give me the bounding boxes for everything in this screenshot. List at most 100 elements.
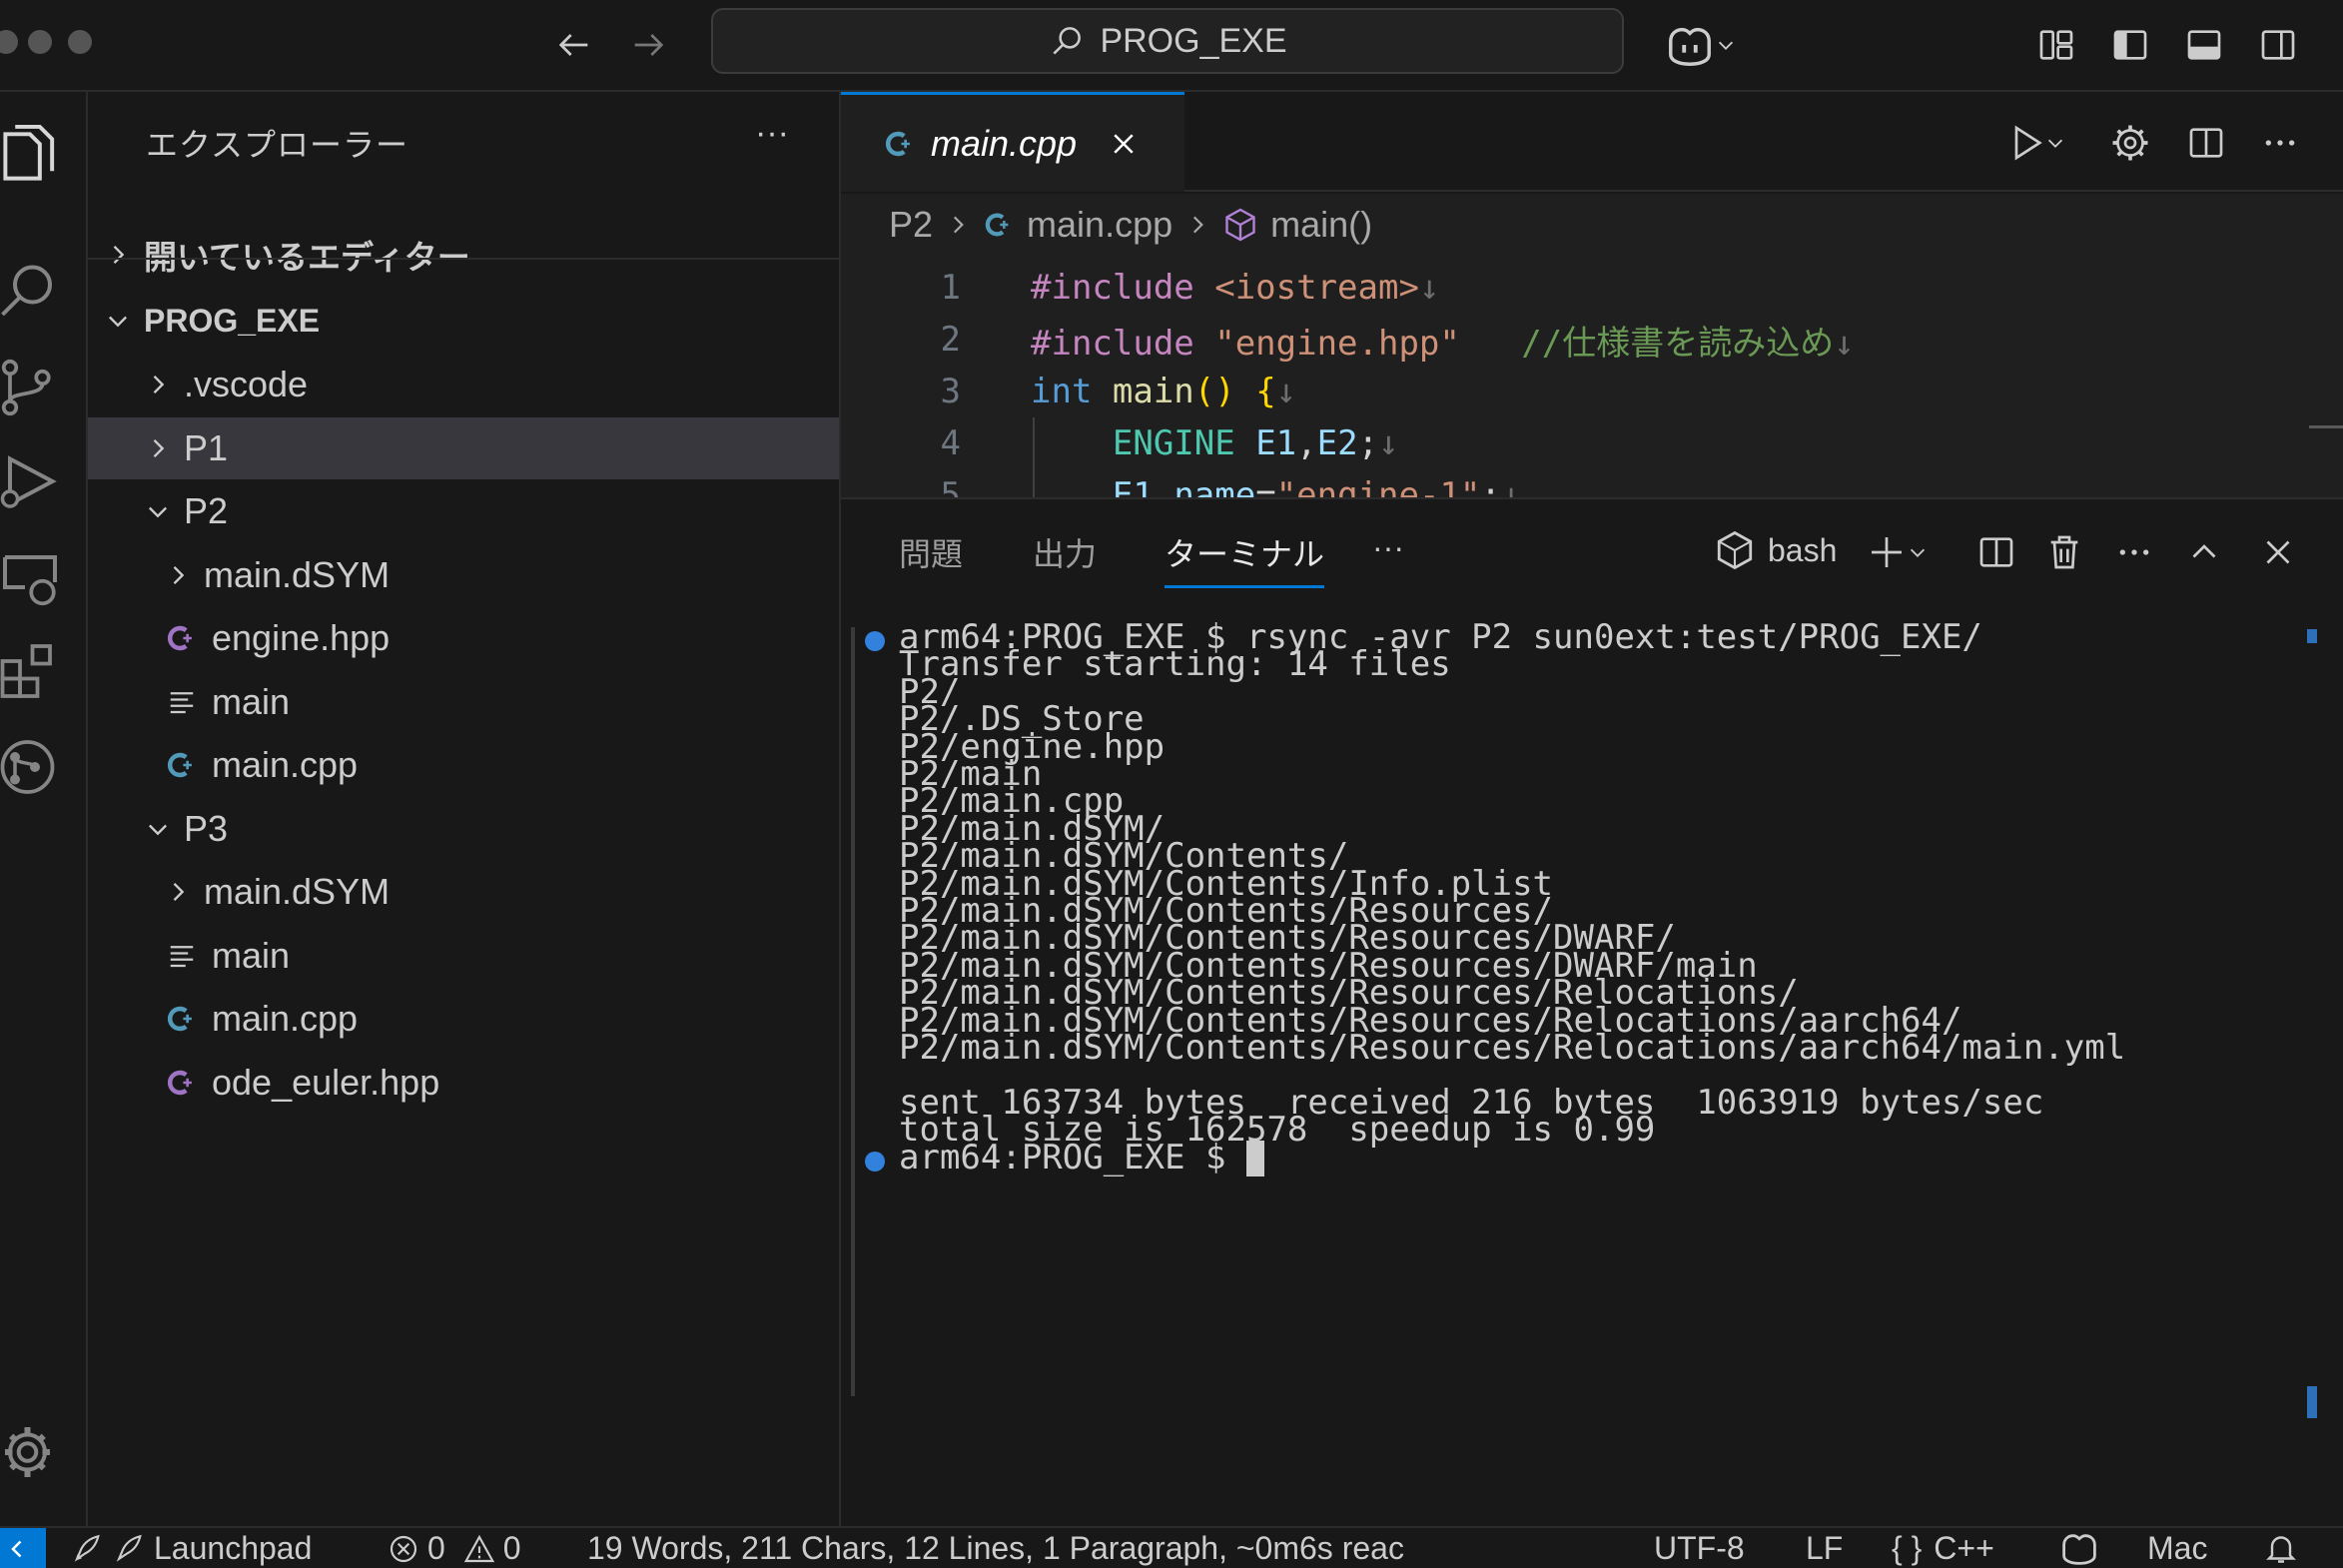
platform-indicator[interactable]: Mac xyxy=(2147,1530,2207,1567)
chevron-right-icon xyxy=(954,216,964,234)
split-editor-button[interactable] xyxy=(2179,116,2233,170)
toggle-primary-sidebar-button[interactable] xyxy=(2103,18,2157,72)
command-center-search[interactable]: PROG_EXE xyxy=(711,8,1624,74)
terminal-cursor xyxy=(1246,1141,1264,1177)
explorer-activity[interactable] xyxy=(0,114,80,194)
tab-close-button[interactable] xyxy=(1109,129,1139,159)
rocket-icon xyxy=(74,1534,100,1562)
tab-output[interactable]: 出力 xyxy=(1033,529,1097,575)
tree-item[interactable]: main xyxy=(88,925,839,987)
breadcrumb-folder[interactable]: P2 xyxy=(889,204,933,246)
breadcrumb-file[interactable]: main.cpp xyxy=(1027,204,1172,246)
window-close-button[interactable] xyxy=(0,30,18,54)
toggle-panel-button[interactable] xyxy=(2177,18,2231,72)
tree-item[interactable]: P2 xyxy=(88,480,839,542)
command-decoration-icon[interactable] xyxy=(865,631,885,651)
window-maximize-button[interactable] xyxy=(68,30,92,54)
terminal-shell-selector[interactable]: bash xyxy=(1714,529,1837,571)
title-bar: PROG_EXE xyxy=(0,0,2343,92)
source-control-activity[interactable] xyxy=(0,348,80,427)
search-icon xyxy=(1053,27,1082,55)
terminal-output[interactable]: arm64:PROG_EXE $ rsync -avr P2 sun0ext:t… xyxy=(865,617,2297,1496)
run-debug-activity[interactable] xyxy=(0,441,80,521)
tree-item[interactable]: main.dSYM xyxy=(88,544,839,606)
status-bar: Launchpad 0 0 19 Words, 211 Chars, 12 Li… xyxy=(0,1526,2343,1568)
code-token: E1 xyxy=(1255,423,1297,463)
tab-main-cpp[interactable]: main.cpp xyxy=(841,92,1184,192)
terminal-launch-profile-dropdown[interactable] xyxy=(1900,525,1936,579)
tree-item[interactable]: ode_euler.hpp xyxy=(88,1052,839,1114)
tree-item[interactable]: main.cpp xyxy=(88,988,839,1050)
line-number: 1 xyxy=(940,268,961,308)
chevron-down-icon xyxy=(2047,139,2063,148)
split-icon xyxy=(1979,537,2013,567)
code-editor[interactable]: 1 #include <iostream>↓ 2 #include "engine.h… xyxy=(841,256,2343,497)
line-number: 3 xyxy=(940,372,961,411)
explorer-sidebar: エクスプローラー ··· 開いているエディター PROG_EXE .vscode… xyxy=(88,92,841,1526)
breadcrumb-symbol[interactable]: main() xyxy=(1270,204,1372,246)
manage-activity[interactable] xyxy=(0,1412,80,1492)
tree-item[interactable]: main.dSYM xyxy=(88,861,839,923)
workspace-root-section[interactable]: PROG_EXE xyxy=(88,290,839,352)
gitlens-activity[interactable] xyxy=(0,727,80,807)
remote-explorer-activity[interactable] xyxy=(0,537,80,617)
editor-settings-button[interactable] xyxy=(2103,116,2157,170)
launchpad-item[interactable]: Launchpad xyxy=(70,1530,312,1567)
word-count[interactable]: 19 Words, 211 Chars, 12 Lines, 1 Paragra… xyxy=(587,1530,1516,1567)
error-icon xyxy=(390,1535,417,1562)
terminal-more-button[interactable] xyxy=(2107,525,2161,579)
toggle-secondary-sidebar-button[interactable] xyxy=(2251,18,2305,72)
chevron-right-icon xyxy=(162,559,194,591)
remote-explorer-icon xyxy=(3,555,57,606)
editor-more-button[interactable] xyxy=(2253,116,2307,170)
gitlens-icon xyxy=(0,740,55,794)
braces-icon: { } xyxy=(1892,1530,1923,1566)
remote-indicator[interactable] xyxy=(0,1528,46,1568)
back-button[interactable] xyxy=(547,18,601,72)
tree-item[interactable]: P1 xyxy=(88,416,839,479)
source-control-icon xyxy=(1,359,51,416)
eol-selector[interactable]: LF xyxy=(1806,1530,1843,1567)
terminal-text: P2/main.dSYM/Contents/Resources/Relocati… xyxy=(899,1028,2126,1068)
tree-item[interactable]: main xyxy=(88,671,839,733)
tree-item[interactable]: main.cpp xyxy=(88,734,839,796)
search-activity[interactable] xyxy=(0,250,80,330)
run-options-dropdown[interactable] xyxy=(2037,116,2073,170)
tree-item[interactable]: P3 xyxy=(88,798,839,860)
customize-layout-button[interactable] xyxy=(2029,18,2083,72)
encoding-selector[interactable]: UTF-8 xyxy=(1654,1530,1745,1567)
language-selector[interactable]: { } C++ xyxy=(1892,1530,1994,1567)
tree-item-label: engine.hpp xyxy=(212,617,390,658)
breadcrumb: P2 main.cpp main() xyxy=(841,194,2343,256)
forward-button[interactable] xyxy=(621,18,675,72)
split-editor-icon xyxy=(2189,128,2223,158)
tab-terminal[interactable]: ターミナル xyxy=(1165,529,1325,588)
layout-icon xyxy=(2039,30,2073,60)
copilot-status[interactable] xyxy=(2059,1530,2099,1568)
copilot-button[interactable] xyxy=(1658,18,1744,72)
sidebar-left-icon xyxy=(2113,30,2147,60)
extensions-activity[interactable] xyxy=(0,631,80,711)
chevron-right-icon xyxy=(142,432,174,464)
code-text: #include "engine.hpp" //仕様書を読み込め↓ xyxy=(1031,316,1855,365)
split-terminal-button[interactable] xyxy=(1969,525,2023,579)
window-minimize-button[interactable] xyxy=(28,30,52,54)
notifications-button[interactable] xyxy=(2263,1530,2299,1568)
maximize-panel-button[interactable] xyxy=(2177,525,2231,579)
close-panel-button[interactable] xyxy=(2251,525,2305,579)
tree-item[interactable]: engine.hpp xyxy=(88,607,839,669)
arrow-right-icon xyxy=(634,34,664,56)
tree-item[interactable]: .vscode xyxy=(88,354,839,415)
panel-more-tabs-button[interactable]: ··· xyxy=(1372,529,1404,566)
open-editors-section[interactable]: 開いているエディター xyxy=(88,224,839,286)
line-number: 4 xyxy=(940,423,961,463)
tab-problems[interactable]: 問題 xyxy=(899,529,963,575)
code-text: E1.name="engine-1";↓ xyxy=(1031,475,1521,497)
open-editors-label: 開いているエディター xyxy=(144,239,470,276)
kill-terminal-button[interactable] xyxy=(2037,525,2091,579)
binary-file-icon xyxy=(162,682,202,722)
command-decoration-icon[interactable] xyxy=(865,1151,885,1172)
sidebar-more-button[interactable]: ··· xyxy=(755,114,789,153)
problems-indicator[interactable]: 0 0 xyxy=(388,1530,521,1567)
